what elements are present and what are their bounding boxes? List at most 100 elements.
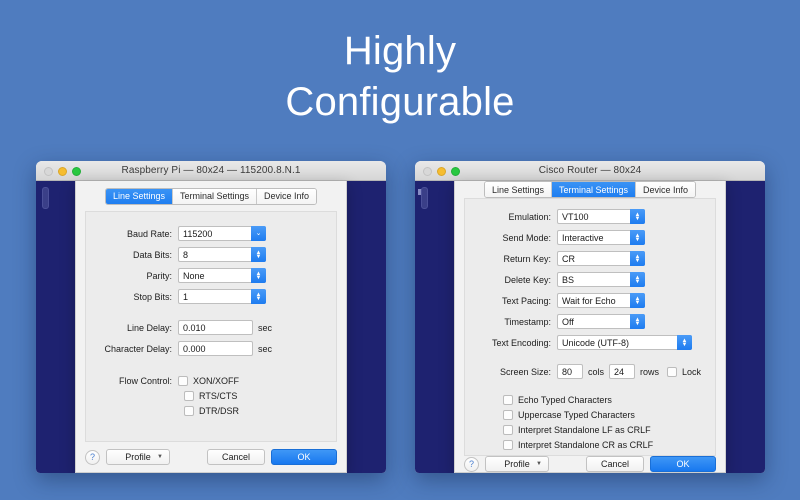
field-row-send-mode: Send Mode: Interactive ▲ ▼ [465, 230, 715, 245]
chevron-down-icon[interactable]: ⌄ [251, 226, 266, 241]
field-row-delete-key: Delete Key: BS ▲ ▼ [465, 272, 715, 287]
chevron-down-icon: ▼ [536, 461, 542, 467]
stepper-arrows-icon[interactable]: ▲ ▼ [251, 247, 266, 262]
stepper-arrows-icon[interactable]: ▲ ▼ [251, 289, 266, 304]
terminal-scrollbar[interactable] [421, 187, 428, 209]
delete-key-stepper[interactable]: BS ▲ ▼ [557, 272, 645, 287]
screen-cols-input[interactable]: 80 [557, 364, 583, 379]
line-delay-label: Line Delay: [126, 322, 172, 333]
field-row-character-delay: Character Delay: 0.000 sec [86, 341, 336, 356]
parity-stepper[interactable]: None ▲ ▼ [178, 268, 266, 283]
flow-control-label: Flow Control: [118, 376, 172, 386]
stop-bits-stepper[interactable]: 1 ▲ ▼ [178, 289, 266, 304]
window-raspberry-pi[interactable]: Raspberry Pi — 80x24 — 115200.8.N.1 Line… [36, 161, 386, 473]
timestamp-stepper[interactable]: Off ▲ ▼ [557, 314, 645, 329]
tab-terminal-settings[interactable]: Terminal Settings [551, 182, 637, 197]
stepper-arrows-icon[interactable]: ▲ ▼ [630, 209, 645, 224]
stop-bits-label: Stop Bits: [133, 291, 172, 302]
return-key-label: Return Key: [503, 253, 551, 264]
cancel-button[interactable]: Cancel [586, 456, 644, 472]
checkbox-uppercase-typed-characters[interactable] [503, 410, 513, 420]
ok-button[interactable]: OK [271, 449, 337, 465]
window-title: Cisco Router — 80x24 [538, 165, 642, 176]
stop-bits-value: 1 [183, 291, 189, 302]
text-pacing-value: Wait for Echo [562, 295, 616, 306]
emulation-stepper[interactable]: VT100 ▲ ▼ [557, 209, 645, 224]
send-mode-stepper[interactable]: Interactive ▲ ▼ [557, 230, 645, 245]
titlebar[interactable]: Cisco Router — 80x24 [415, 161, 765, 181]
help-button[interactable]: ? [85, 449, 100, 465]
emulation-label: Emulation: [508, 211, 551, 222]
character-delay-value: 0.000 [183, 343, 206, 354]
field-row-text-pacing: Text Pacing: Wait for Echo ▲ ▼ [465, 293, 715, 308]
chevron-down-icon: ▼ [157, 454, 163, 460]
close-icon[interactable] [44, 167, 53, 176]
segmented-tabs[interactable]: Line Settings Terminal Settings Device I… [483, 181, 697, 198]
character-delay-input[interactable]: 0.000 [178, 341, 253, 356]
return-key-stepper[interactable]: CR ▲ ▼ [557, 251, 645, 266]
help-button[interactable]: ? [464, 456, 479, 472]
tab-terminal-settings[interactable]: Terminal Settings [172, 188, 258, 204]
field-row-return-key: Return Key: CR ▲ ▼ [465, 251, 715, 266]
checkbox-xon-xoff[interactable] [178, 376, 188, 386]
minimize-icon[interactable] [437, 167, 446, 176]
checkbox-rts-cts[interactable] [184, 391, 194, 401]
tab-device-info[interactable]: Device Info [257, 188, 317, 204]
tab-line-settings[interactable]: Line Settings [105, 188, 173, 204]
minimize-icon[interactable] [58, 167, 67, 176]
delete-key-label: Delete Key: [504, 274, 551, 285]
flow-control-row-2: RTS/CTS [184, 391, 336, 401]
page-title: Highly Configurable [0, 26, 800, 128]
screen-rows-input[interactable]: 24 [609, 364, 636, 379]
close-icon[interactable] [423, 167, 432, 176]
tab-line-settings[interactable]: Line Settings [484, 182, 552, 197]
profile-dropdown[interactable]: Profile ▼ [106, 449, 170, 465]
checkbox-label-echo-typed-characters: Echo Typed Characters [518, 395, 612, 405]
data-bits-stepper[interactable]: 8 ▲ ▼ [178, 247, 266, 262]
ok-button[interactable]: OK [650, 456, 716, 472]
titlebar[interactable]: Raspberry Pi — 80x24 — 115200.8.N.1 [36, 161, 386, 181]
stepper-arrows-icon[interactable]: ▲ ▼ [677, 335, 692, 350]
checkbox-row-echo: Echo Typed Characters [503, 395, 715, 405]
profile-dropdown[interactable]: Profile ▼ [485, 456, 549, 472]
checkbox-label-rts-cts: RTS/CTS [199, 391, 238, 401]
field-row-stop-bits: Stop Bits: 1 ▲ ▼ [86, 289, 336, 304]
stepper-arrows-icon[interactable]: ▲ ▼ [630, 251, 645, 266]
checkbox-interpret-lf-as-crlf[interactable] [503, 425, 513, 435]
baud-rate-value: 115200 [183, 228, 213, 239]
checkbox-echo-typed-characters[interactable] [503, 395, 513, 405]
flow-control-row-3: DTR/DSR [184, 406, 336, 416]
checkbox-interpret-cr-as-crlf[interactable] [503, 440, 513, 450]
stepper-arrows-icon[interactable]: ▲ ▼ [630, 293, 645, 308]
zoom-icon[interactable] [451, 167, 460, 176]
stepper-arrows-icon[interactable]: ▲ ▼ [630, 272, 645, 287]
field-row-screen-size: Screen Size: 80 cols 24 rows Lock [465, 364, 715, 379]
checkbox-lock[interactable] [667, 366, 678, 377]
text-encoding-value: Unicode (UTF-8) [562, 337, 630, 348]
dialog-button-bar: ? Profile ▼ Cancel OK [455, 456, 725, 472]
traffic-lights [423, 167, 460, 176]
text-encoding-stepper[interactable]: Unicode (UTF-8) ▲ ▼ [557, 335, 692, 350]
tab-bar: Line Settings Terminal Settings Device I… [455, 181, 725, 198]
baud-rate-popup[interactable]: 115200 ⌄ [178, 226, 266, 241]
headline-line-2: Configurable [285, 80, 515, 125]
profile-label: Profile [125, 452, 151, 462]
segmented-tabs[interactable]: Line Settings Terminal Settings Device I… [104, 187, 318, 205]
window-cisco-router[interactable]: Cisco Router — 80x24 Line Settings Termi… [415, 161, 765, 473]
data-bits-label: Data Bits: [132, 249, 172, 260]
checkbox-dtr-dsr[interactable] [184, 406, 194, 416]
stepper-arrows-icon[interactable]: ▲ ▼ [630, 230, 645, 245]
settings-sheet: Line Settings Terminal Settings Device I… [75, 181, 347, 473]
text-pacing-stepper[interactable]: Wait for Echo ▲ ▼ [557, 293, 645, 308]
stepper-arrows-icon[interactable]: ▲ ▼ [251, 268, 266, 283]
screen-size-label: Screen Size: [499, 366, 551, 377]
stepper-arrows-icon[interactable]: ▲ ▼ [630, 314, 645, 329]
line-delay-input[interactable]: 0.010 [178, 320, 253, 335]
cancel-button[interactable]: Cancel [207, 449, 265, 465]
terminal-scrollbar[interactable] [42, 187, 49, 209]
tab-device-info[interactable]: Device Info [636, 182, 696, 197]
settings-sheet: Line Settings Terminal Settings Device I… [454, 181, 726, 473]
screen-rows-unit: rows [640, 366, 660, 377]
character-delay-label: Character Delay: [104, 343, 172, 354]
zoom-icon[interactable] [72, 167, 81, 176]
